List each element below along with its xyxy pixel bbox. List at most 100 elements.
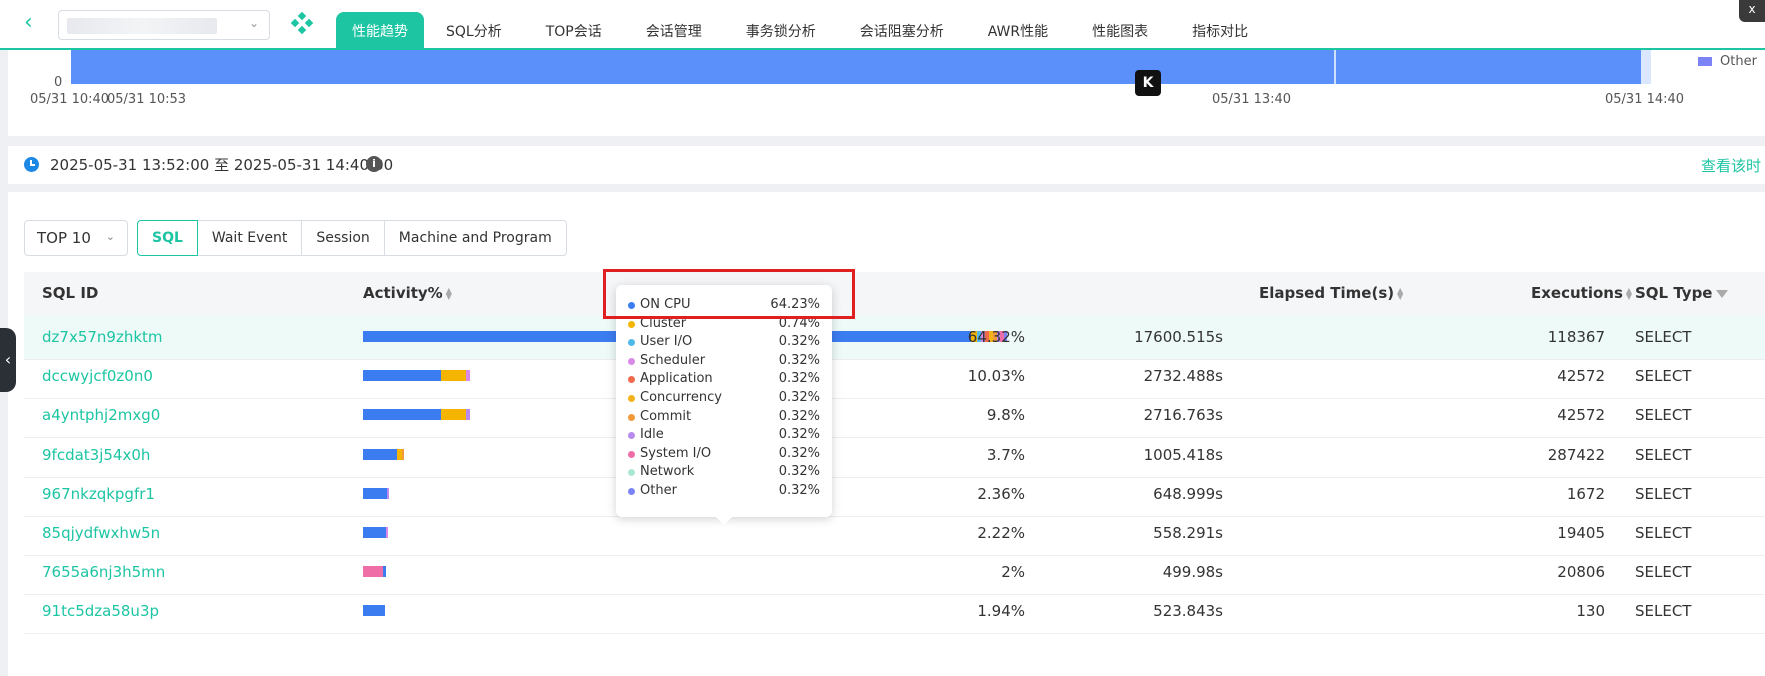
segment-session[interactable]: Session bbox=[301, 220, 385, 256]
back-chevron-icon[interactable]: ‹ bbox=[24, 12, 48, 36]
table-row[interactable]: 91tc5dza58u3p 1.94% 523.843s 130 SELECT bbox=[24, 590, 1765, 635]
tooltip-row: Application 0.32% bbox=[628, 371, 820, 390]
executions-count: 42572 bbox=[1557, 406, 1605, 425]
header-sql-type-label: SQL Type bbox=[1635, 284, 1713, 302]
x-tick-label: 05/31 13:40 bbox=[1212, 92, 1292, 107]
sql-id-link[interactable]: 7655a6nj3h5mn bbox=[42, 563, 165, 581]
activity-percent: 10.03% bbox=[967, 367, 1025, 386]
header-executions[interactable]: Executions ▲ ▼ bbox=[1531, 284, 1632, 302]
tooltip-percent: 0.32% bbox=[778, 389, 820, 405]
legend-dot-icon bbox=[628, 413, 635, 421]
activity-bar[interactable] bbox=[363, 370, 470, 382]
tab-awr[interactable]: AWR性能 bbox=[966, 12, 1070, 50]
filter-icon[interactable] bbox=[1716, 289, 1729, 298]
tab-performance-charts[interactable]: 性能图表 bbox=[1070, 12, 1170, 50]
tooltip-percent: 0.32% bbox=[778, 408, 820, 424]
sql-id-link[interactable]: 9fcdat3j54x0h bbox=[42, 446, 150, 464]
activity-bar-segment bbox=[363, 527, 386, 538]
k-icon[interactable]: K bbox=[1135, 70, 1161, 96]
tab-session-management[interactable]: 会话管理 bbox=[624, 12, 724, 50]
activity-percent: 2% bbox=[1001, 563, 1025, 582]
tab-performance-trend[interactable]: 性能趋势 bbox=[336, 12, 424, 50]
collapse-sidebar-handle[interactable]: ‹ bbox=[0, 328, 16, 392]
tooltip-percent: 0.32% bbox=[778, 371, 820, 387]
activity-bar[interactable] bbox=[363, 527, 388, 538]
activity-area[interactable] bbox=[71, 50, 1649, 84]
table-row[interactable]: a4yntphj2mxg0 9.8% 2716.763s 42572 SELECT bbox=[24, 394, 1765, 439]
sort-icon[interactable]: ▲ ▼ bbox=[1397, 286, 1403, 300]
y-axis-zero-label: 0 bbox=[54, 75, 63, 90]
sort-icon[interactable]: ▲ ▼ bbox=[446, 286, 452, 300]
tooltip-percent: 0.32% bbox=[778, 445, 820, 461]
tab-session-blocking[interactable]: 会话阻塞分析 bbox=[838, 12, 966, 50]
tooltip-percent: 0.32% bbox=[778, 352, 820, 368]
tooltip-wait-class: Scheduler bbox=[640, 352, 706, 368]
sql-type: SELECT bbox=[1635, 563, 1692, 582]
segment-sql[interactable]: SQL bbox=[137, 220, 198, 256]
top-nav-bar: ‹ ⌄ 性能趋势 SQL分析 TOP会话 会话管理 事务锁分析 会话阻塞分析 A… bbox=[0, 0, 1765, 50]
tab-transaction-lock[interactable]: 事务锁分析 bbox=[724, 12, 838, 50]
activity-bar[interactable] bbox=[363, 487, 389, 499]
activity-chart: 0 05/31 10:40 05/31 10:53 05/31 13:40 05… bbox=[8, 50, 1765, 136]
tooltip-wait-class: System I/O bbox=[640, 445, 712, 461]
page: ‹ ⌄ 性能趋势 SQL分析 TOP会话 会话管理 事务锁分析 会话阻塞分析 A… bbox=[0, 0, 1765, 676]
tooltip-percent: 0.32% bbox=[778, 427, 820, 443]
sql-id-link[interactable]: dccwyjcf0z0n0 bbox=[42, 367, 153, 385]
legend-dot-icon bbox=[628, 394, 635, 402]
activity-bar-segment bbox=[363, 605, 385, 617]
table-row[interactable]: 9fcdat3j54x0h 3.7% 1005.418s 287422 SELECT bbox=[24, 434, 1765, 478]
tooltip-percent: 0.32% bbox=[778, 482, 820, 498]
header-activity-label: Activity% bbox=[363, 284, 443, 302]
activity-bar[interactable] bbox=[363, 605, 385, 617]
legend-dot-icon bbox=[628, 432, 635, 440]
legend-item-other[interactable]: Other bbox=[1698, 54, 1757, 69]
sql-id-link[interactable]: dz7x57n9zhktm bbox=[42, 328, 163, 346]
activity-bar[interactable] bbox=[363, 448, 404, 460]
close-icon[interactable]: x bbox=[1739, 0, 1765, 22]
sql-id-link[interactable]: a4yntphj2mxg0 bbox=[42, 406, 160, 424]
database-selector[interactable]: ⌄ bbox=[58, 10, 270, 40]
header-activity[interactable]: Activity% ▲ ▼ bbox=[363, 284, 452, 302]
header-executions-label: Executions bbox=[1531, 284, 1623, 302]
table-row[interactable]: dccwyjcf0z0n0 10.03% 2732.488s 42572 SELECT bbox=[24, 355, 1765, 400]
executions-count: 130 bbox=[1576, 602, 1605, 621]
tooltip-row: Commit 0.32% bbox=[628, 409, 820, 428]
top-n-select[interactable]: TOP 10 ⌄ bbox=[24, 220, 128, 256]
table-row[interactable]: 7655a6nj3h5mn 2% 499.98s 20806 SELECT bbox=[24, 551, 1765, 596]
legend-swatch bbox=[1698, 57, 1712, 66]
sort-icon[interactable]: ▲ ▼ bbox=[1626, 286, 1632, 300]
activity-bar-segment bbox=[402, 448, 404, 460]
time-range-text: 2025-05-31 13:52:00 至 2025-05-31 14:40:0… bbox=[50, 156, 394, 174]
activity-bar[interactable] bbox=[363, 409, 470, 421]
header-elapsed[interactable]: Elapsed Time(s) ▲ ▼ bbox=[1259, 284, 1403, 302]
table-row[interactable]: dz7x57n9zhktm 64.32% 17600.515s 118367 SELEC… bbox=[24, 316, 1765, 360]
app-logo-icon bbox=[290, 12, 314, 35]
sql-id-link[interactable]: 967nkzqkpgfr1 bbox=[42, 485, 155, 503]
tab-metric-compare[interactable]: 指标对比 bbox=[1170, 12, 1270, 50]
view-period-link[interactable]: 查看该时 bbox=[1701, 155, 1761, 176]
clock-icon bbox=[24, 157, 39, 172]
activity-percent: 2.22% bbox=[977, 524, 1025, 542]
tooltip-row: Scheduler 0.32% bbox=[628, 353, 820, 372]
sql-type: SELECT bbox=[1635, 524, 1692, 542]
table-row[interactable]: 967nkzqkpgfr1 2.36% 648.999s 1672 SELECT bbox=[24, 473, 1765, 517]
info-icon[interactable]: i bbox=[366, 156, 382, 172]
activity-breakdown-tooltip: ON CPU 64.23% Cluster 0.74% User I/O 0.32% Sch… bbox=[616, 285, 832, 525]
sql-id-link[interactable]: 85qjydfwxhw5n bbox=[42, 524, 160, 542]
executions-count: 1672 bbox=[1566, 484, 1605, 503]
activity-bar[interactable] bbox=[363, 566, 386, 578]
segment-wait-event[interactable]: Wait Event bbox=[196, 220, 303, 256]
sql-id-link[interactable]: 91tc5dza58u3p bbox=[42, 602, 159, 620]
header-sql-type[interactable]: SQL Type bbox=[1635, 284, 1729, 302]
executions-count: 19405 bbox=[1557, 524, 1605, 542]
elapsed-time: 2716.763s bbox=[1143, 406, 1223, 425]
tab-sql-analysis[interactable]: SQL分析 bbox=[424, 12, 524, 50]
activity-bar-segment bbox=[363, 448, 397, 460]
table-row[interactable]: 85qjydfwxhw5n 2.22% 558.291s 19405 SELECT bbox=[24, 512, 1765, 556]
tab-top-sessions[interactable]: TOP会话 bbox=[524, 12, 624, 50]
activity-bar-segment bbox=[386, 527, 388, 538]
legend-dot-icon bbox=[628, 339, 635, 347]
top-n-value: TOP 10 bbox=[37, 229, 91, 247]
sql-type: SELECT bbox=[1635, 367, 1692, 386]
segment-machine-program[interactable]: Machine and Program bbox=[383, 220, 567, 256]
